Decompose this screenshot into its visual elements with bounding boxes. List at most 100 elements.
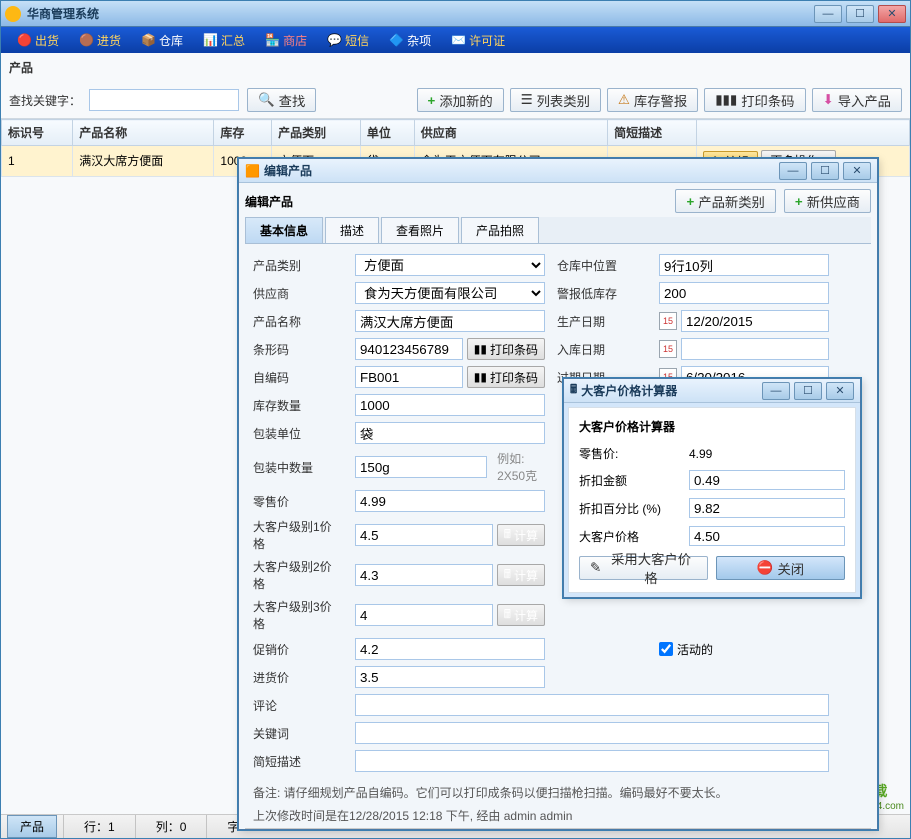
calc-percent-input[interactable] [689,498,845,518]
tab-shoot[interactable]: 产品拍照 [461,217,539,243]
lbl-active: 活动的 [677,641,713,658]
print-barcode-btn-2[interactable]: ▮▮打印条码 [467,366,545,388]
vip2-input[interactable] [355,564,493,586]
close-button[interactable]: ✕ [878,5,906,23]
plus-icon: + [795,194,803,209]
th-shortdesc[interactable]: 简短描述 [608,120,697,146]
stock-alert-button[interactable]: ⚠库存警报 [607,88,698,112]
unit-input[interactable] [355,422,545,444]
tab-desc[interactable]: 描述 [325,217,379,243]
new-supplier-button[interactable]: +新供应商 [784,189,871,213]
pencil-icon: ✎ [590,560,601,576]
print-barcode-button[interactable]: ▮▮▮打印条码 [704,88,805,112]
search-button[interactable]: 🔍 查找 [247,88,316,112]
menu-misc[interactable]: 🔷杂项 [379,30,441,51]
menu-ship[interactable]: 🔴出货 [7,30,69,51]
lbl-name: 产品名称 [253,313,343,330]
barcode-input[interactable] [355,338,463,360]
active-checkbox[interactable] [659,642,673,656]
calc-vip-input[interactable] [689,526,845,546]
calc-wintitle: 🖩大客户价格计算器 [570,380,762,401]
minimize-button[interactable]: — [814,5,842,23]
print-barcode-btn-1[interactable]: ▮▮打印条码 [467,338,545,360]
indate-input[interactable] [681,338,829,360]
lowstock-input[interactable] [659,282,829,304]
menu-shop[interactable]: 🏪商店 [255,30,317,51]
comment-input[interactable] [355,694,829,716]
table-header-row: 标识号 产品名称 库存 产品类别 单位 供应商 简短描述 [2,120,910,146]
list-category-button[interactable]: ☰列表类别 [510,88,601,112]
th-name[interactable]: 产品名称 [73,120,214,146]
vip3-field: 🖩计算 [355,604,545,626]
app-icon [5,6,21,22]
vip3-input[interactable] [355,604,493,626]
th-category[interactable]: 产品类别 [272,120,361,146]
name-input[interactable] [355,310,545,332]
dlg-min-button[interactable]: — [779,162,807,180]
section-products: 产品 [1,53,910,82]
warehouse-icon: 📦 [141,33,155,47]
dialog-header-buttons: +产品新类别 +新供应商 [675,189,871,213]
purchase-input[interactable] [355,666,545,688]
menu-sms[interactable]: 💬短信 [317,30,379,51]
selfcode-field: ▮▮打印条码 [355,366,545,388]
th-stock[interactable]: 库存 [214,120,272,146]
new-category-button[interactable]: +产品新类别 [675,189,775,213]
calc-vip1-button[interactable]: 🖩计算 [497,524,545,546]
menu-warehouse[interactable]: 📦仓库 [131,30,193,51]
shortdesc-input[interactable] [355,750,829,772]
calc-lbl-percent: 折扣百分比 (%) [579,500,679,517]
calc-discount-input[interactable] [689,470,845,490]
tab-basic[interactable]: 基本信息 [245,217,323,243]
proddate-input[interactable] [681,310,829,332]
calendar-icon[interactable]: 15 [659,312,677,330]
lbl-vip3: 大客户级别3价格 [253,598,343,632]
calc-close-btn-footer[interactable]: ⛔关闭 [716,556,845,580]
product-icon: 🟧 [245,164,260,178]
calendar-icon[interactable]: 15 [659,340,677,358]
dlg-close-button[interactable]: ✕ [843,162,871,180]
lbl-vip1: 大客户级别1价格 [253,518,343,552]
lbl-comment: 评论 [253,697,343,714]
cell-id: 1 [2,146,73,177]
main-menubar: 🔴出货 🟤进货 📦仓库 📊汇总 🏪商店 💬短信 🔷杂项 ✉️许可证 [1,27,910,53]
menu-summary[interactable]: 📊汇总 [193,30,255,51]
calc-window-buttons: — ☐ ✕ [762,382,854,400]
maximize-button[interactable]: ☐ [846,5,874,23]
vip2-field: 🖩计算 [355,564,545,586]
packqty-input[interactable] [355,456,487,478]
indate-field: 15 [659,338,829,360]
add-new-button[interactable]: +添加新的 [417,88,504,112]
vip1-input[interactable] [355,524,493,546]
calc-titlebar[interactable]: 🖩大客户价格计算器 — ☐ ✕ [564,379,860,403]
edit-product-titlebar[interactable]: 🟧编辑产品 — ☐ ✕ [239,159,877,183]
calc-vip3-button[interactable]: 🖩计算 [497,604,545,626]
calc-min-button[interactable]: — [762,382,790,400]
stock-input[interactable] [355,394,545,416]
search-input[interactable] [89,89,239,111]
calc-close-button[interactable]: ✕ [826,382,854,400]
retail-input[interactable] [355,490,545,512]
tab-photo[interactable]: 查看照片 [381,217,459,243]
dlg-max-button[interactable]: ☐ [811,162,839,180]
import-products-button[interactable]: ⬇导入产品 [812,88,902,112]
apply-vip-price-button[interactable]: ✎采用大客户价格 [579,556,708,580]
selfcode-input[interactable] [355,366,463,388]
calc-max-button[interactable]: ☐ [794,382,822,400]
th-unit[interactable]: 单位 [360,120,414,146]
promo-input[interactable] [355,638,545,660]
th-id[interactable]: 标识号 [2,120,73,146]
calc-vip2-button[interactable]: 🖩计算 [497,564,545,586]
th-supplier[interactable]: 供应商 [414,120,607,146]
cell-name: 满汉大席方便面 [73,146,214,177]
keyword-input[interactable] [355,722,829,744]
supplier-select[interactable]: 食为天方便面有限公司 [355,282,545,304]
status-tab-products[interactable]: 产品 [7,815,57,838]
menu-purchase[interactable]: 🟤进货 [69,30,131,51]
lbl-category: 产品类别 [253,257,343,274]
proddate-field: 15 [659,310,829,332]
binloc-input[interactable] [659,254,829,276]
menu-license[interactable]: ✉️许可证 [441,30,515,51]
lbl-shortdesc: 简短描述 [253,753,343,770]
category-select[interactable]: 方便面 [355,254,545,276]
